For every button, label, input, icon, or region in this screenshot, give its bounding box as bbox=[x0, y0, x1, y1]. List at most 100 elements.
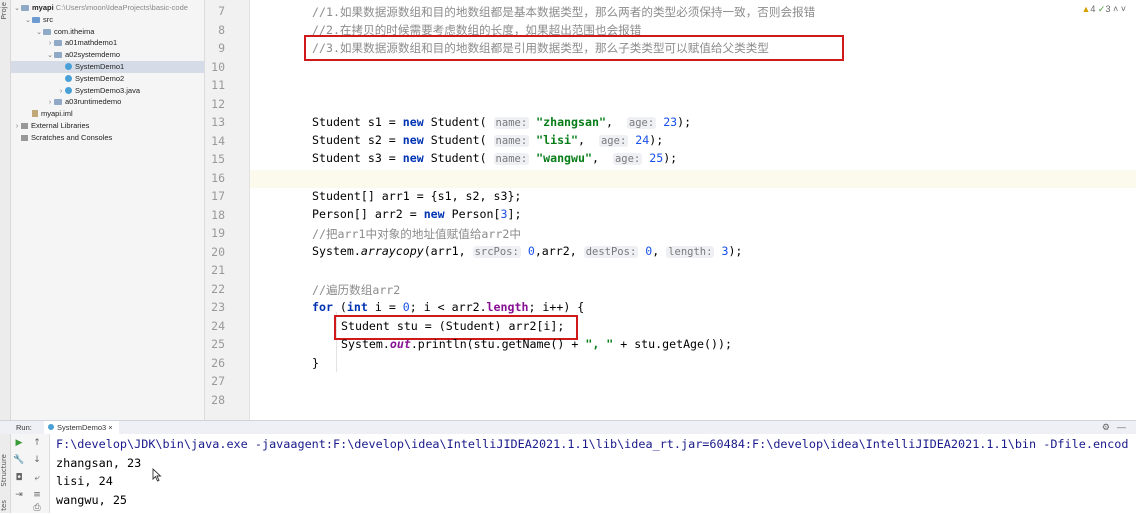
line-number: 20 bbox=[211, 244, 225, 259]
line-number: 14 bbox=[211, 133, 225, 148]
code-line-17: Student[] arr1 = {s1, s2, s3}; bbox=[312, 189, 522, 203]
tree-item[interactable]: › a03runtimedemo bbox=[11, 96, 121, 108]
folder-icon bbox=[54, 40, 62, 47]
tree-item-label: External Libraries bbox=[31, 121, 90, 130]
project-tool-tab[interactable]: Proje bbox=[0, 2, 10, 19]
line-number: 24 bbox=[211, 318, 225, 333]
run-label: Run: bbox=[16, 423, 32, 432]
tree-item[interactable]: Scratches and Consoles bbox=[11, 132, 112, 144]
structure-tool-tab[interactable]: Structure bbox=[0, 454, 10, 487]
line-number: 17 bbox=[211, 189, 225, 203]
code-line-23: for (int i = 0; i < arr2.length; i++) { bbox=[312, 300, 585, 314]
line-number: 21 bbox=[211, 263, 225, 277]
line-number: 25 bbox=[211, 337, 225, 351]
line-number: 26 bbox=[211, 355, 225, 370]
code-line-19: //把arr1中对象的地址值赋值给arr2中 bbox=[312, 227, 521, 241]
tree-item[interactable]: ⌄ myapi C:\Users\moon\IdeaProjects\basic-… bbox=[11, 2, 188, 14]
run-window-header: Run: SystemDemo3 × ⚙ — bbox=[0, 420, 1136, 436]
tree-item[interactable]: › SystemDemo3.java bbox=[11, 85, 140, 97]
folder-icon bbox=[43, 28, 51, 35]
soft-wrap-icon[interactable]: ⤶ bbox=[31, 472, 43, 484]
code-line-26: } bbox=[312, 356, 319, 370]
line-number: 19 bbox=[211, 226, 225, 240]
print-icon[interactable]: ⎙ bbox=[31, 502, 43, 514]
tree-item[interactable]: › a01mathdemo1 bbox=[11, 37, 117, 49]
line-number: 23 bbox=[211, 300, 225, 314]
tree-item[interactable]: ⌄ src bbox=[11, 14, 53, 26]
tree-item[interactable]: › External Libraries bbox=[11, 120, 90, 132]
line-number: 8 bbox=[218, 22, 225, 37]
minimize-icon[interactable]: — bbox=[1117, 422, 1126, 432]
mouse-cursor-icon bbox=[152, 467, 162, 486]
class-icon bbox=[65, 86, 72, 94]
code-line-25: System.out.println(stu.getName() + ", " … bbox=[341, 337, 732, 351]
exit-icon[interactable]: ⇥ bbox=[13, 489, 25, 501]
tree-item-label: a01mathdemo1 bbox=[65, 38, 118, 48]
warning-count: 4 bbox=[1090, 4, 1096, 14]
tree-item[interactable]: SystemDemo2 bbox=[11, 73, 124, 85]
tree-item[interactable]: ⌄ com.itheima bbox=[11, 26, 94, 38]
console-line-output: lisi, 24 bbox=[56, 474, 113, 488]
tree-item-label: SystemDemo2 bbox=[75, 73, 125, 83]
gear-icon[interactable]: ⚙ bbox=[1102, 422, 1110, 433]
line-number: 11 bbox=[211, 78, 225, 92]
line-number: 12 bbox=[211, 96, 225, 111]
tree-item-label: com.itheima bbox=[54, 26, 95, 36]
code-line-15: Student s3 = new Student( name: "wangwu"… bbox=[312, 151, 678, 165]
left-tool-strip: Proje bbox=[0, 0, 11, 420]
run-toolbar: ▶ ↑ 🔧 ↓ ◘ ⤶ ⇥ ≡ ⎙ bbox=[11, 434, 50, 513]
class-icon bbox=[48, 424, 54, 430]
tree-item[interactable]: myapi.iml bbox=[11, 108, 73, 120]
code-line-20: System.arraycopy(arr1, srcPos: 0,arr2, d… bbox=[312, 244, 743, 258]
scroll-end-icon[interactable]: ≡ bbox=[31, 489, 43, 501]
line-number: 7 bbox=[218, 4, 225, 18]
tree-item-label: src bbox=[43, 14, 53, 24]
favorites-tool-tab[interactable]: tes bbox=[0, 500, 10, 511]
console-line-output: wangwu, 25 bbox=[56, 493, 128, 507]
class-icon bbox=[65, 63, 72, 70]
camera-icon[interactable]: ◘ bbox=[13, 472, 25, 484]
iml-icon bbox=[32, 110, 38, 118]
tree-item[interactable]: SystemDemo1 bbox=[11, 61, 204, 73]
line-number: 22 bbox=[211, 281, 225, 296]
console-line-command: F:\develop\JDK\bin\java.exe -javaagent:F… bbox=[56, 437, 1129, 451]
inspection-widget[interactable]: ▲4 ✓3 ˄ ˅ bbox=[1081, 4, 1126, 15]
current-line-highlight bbox=[250, 170, 1136, 188]
down-arrow-icon[interactable]: ↓ bbox=[31, 454, 43, 466]
tree-item-label: SystemDemo1 bbox=[75, 62, 125, 71]
rerun-icon[interactable]: ▶ bbox=[13, 437, 25, 449]
line-number: 15 bbox=[211, 152, 225, 166]
tree-item-path: C:\Users\moon\IdeaProjects\basic-code bbox=[55, 3, 188, 12]
tree-item-label: a02systemdemo bbox=[65, 50, 121, 60]
line-number: 18 bbox=[211, 207, 225, 222]
up-arrow-icon[interactable]: ↑ bbox=[31, 437, 43, 449]
bottom-left-tool-strip: Structure tes bbox=[0, 434, 11, 513]
folder-icon bbox=[54, 52, 62, 59]
line-number: 13 bbox=[211, 115, 225, 129]
wrench-icon[interactable]: 🔧 bbox=[13, 454, 25, 466]
class-icon bbox=[65, 74, 72, 82]
line-number: 28 bbox=[211, 392, 225, 407]
chevron-down-icon[interactable]: ˅ bbox=[1118, 4, 1126, 14]
code-line-14: Student s2 = new Student( name: "lisi", … bbox=[312, 133, 664, 147]
line-number: 10 bbox=[211, 59, 225, 74]
code-editor[interactable]: ▲4 ✓3 ˄ ˅ //1.如果数据源数组和目的地数组都是基本数据类型，那么两者… bbox=[250, 0, 1136, 420]
console-output[interactable]: F:\develop\JDK\bin\java.exe -javaagent:F… bbox=[50, 434, 1136, 513]
folder-src-icon bbox=[32, 16, 40, 23]
project-tree-panel: ⌄ myapi C:\Users\moon\IdeaProjects\basic-… bbox=[11, 0, 205, 420]
folder-icon bbox=[54, 99, 62, 106]
line-number: 27 bbox=[211, 374, 225, 388]
console-line-output: zhangsan, 23 bbox=[56, 456, 142, 470]
tree-item-label: Scratches and Consoles bbox=[31, 132, 113, 142]
code-line-18: Person[] arr2 = new Person[3]; bbox=[312, 207, 522, 221]
line-number: 16 bbox=[211, 170, 225, 185]
tree-item[interactable]: ⌄ a02systemdemo bbox=[11, 49, 120, 61]
code-line-13: Student s1 = new Student( name: "zhangsa… bbox=[312, 115, 692, 129]
line-number: 9 bbox=[218, 41, 225, 55]
lib-icon bbox=[21, 134, 28, 141]
tree-item-label: myapi.iml bbox=[41, 109, 73, 119]
close-icon[interactable]: × bbox=[108, 423, 112, 432]
lib-icon bbox=[21, 123, 28, 129]
code-line-7: //1.如果数据源数组和目的地数组都是基本数据类型，那么两者的类型必须保持一致，… bbox=[312, 5, 816, 19]
tree-item-label: a03runtimedemo bbox=[65, 97, 122, 107]
